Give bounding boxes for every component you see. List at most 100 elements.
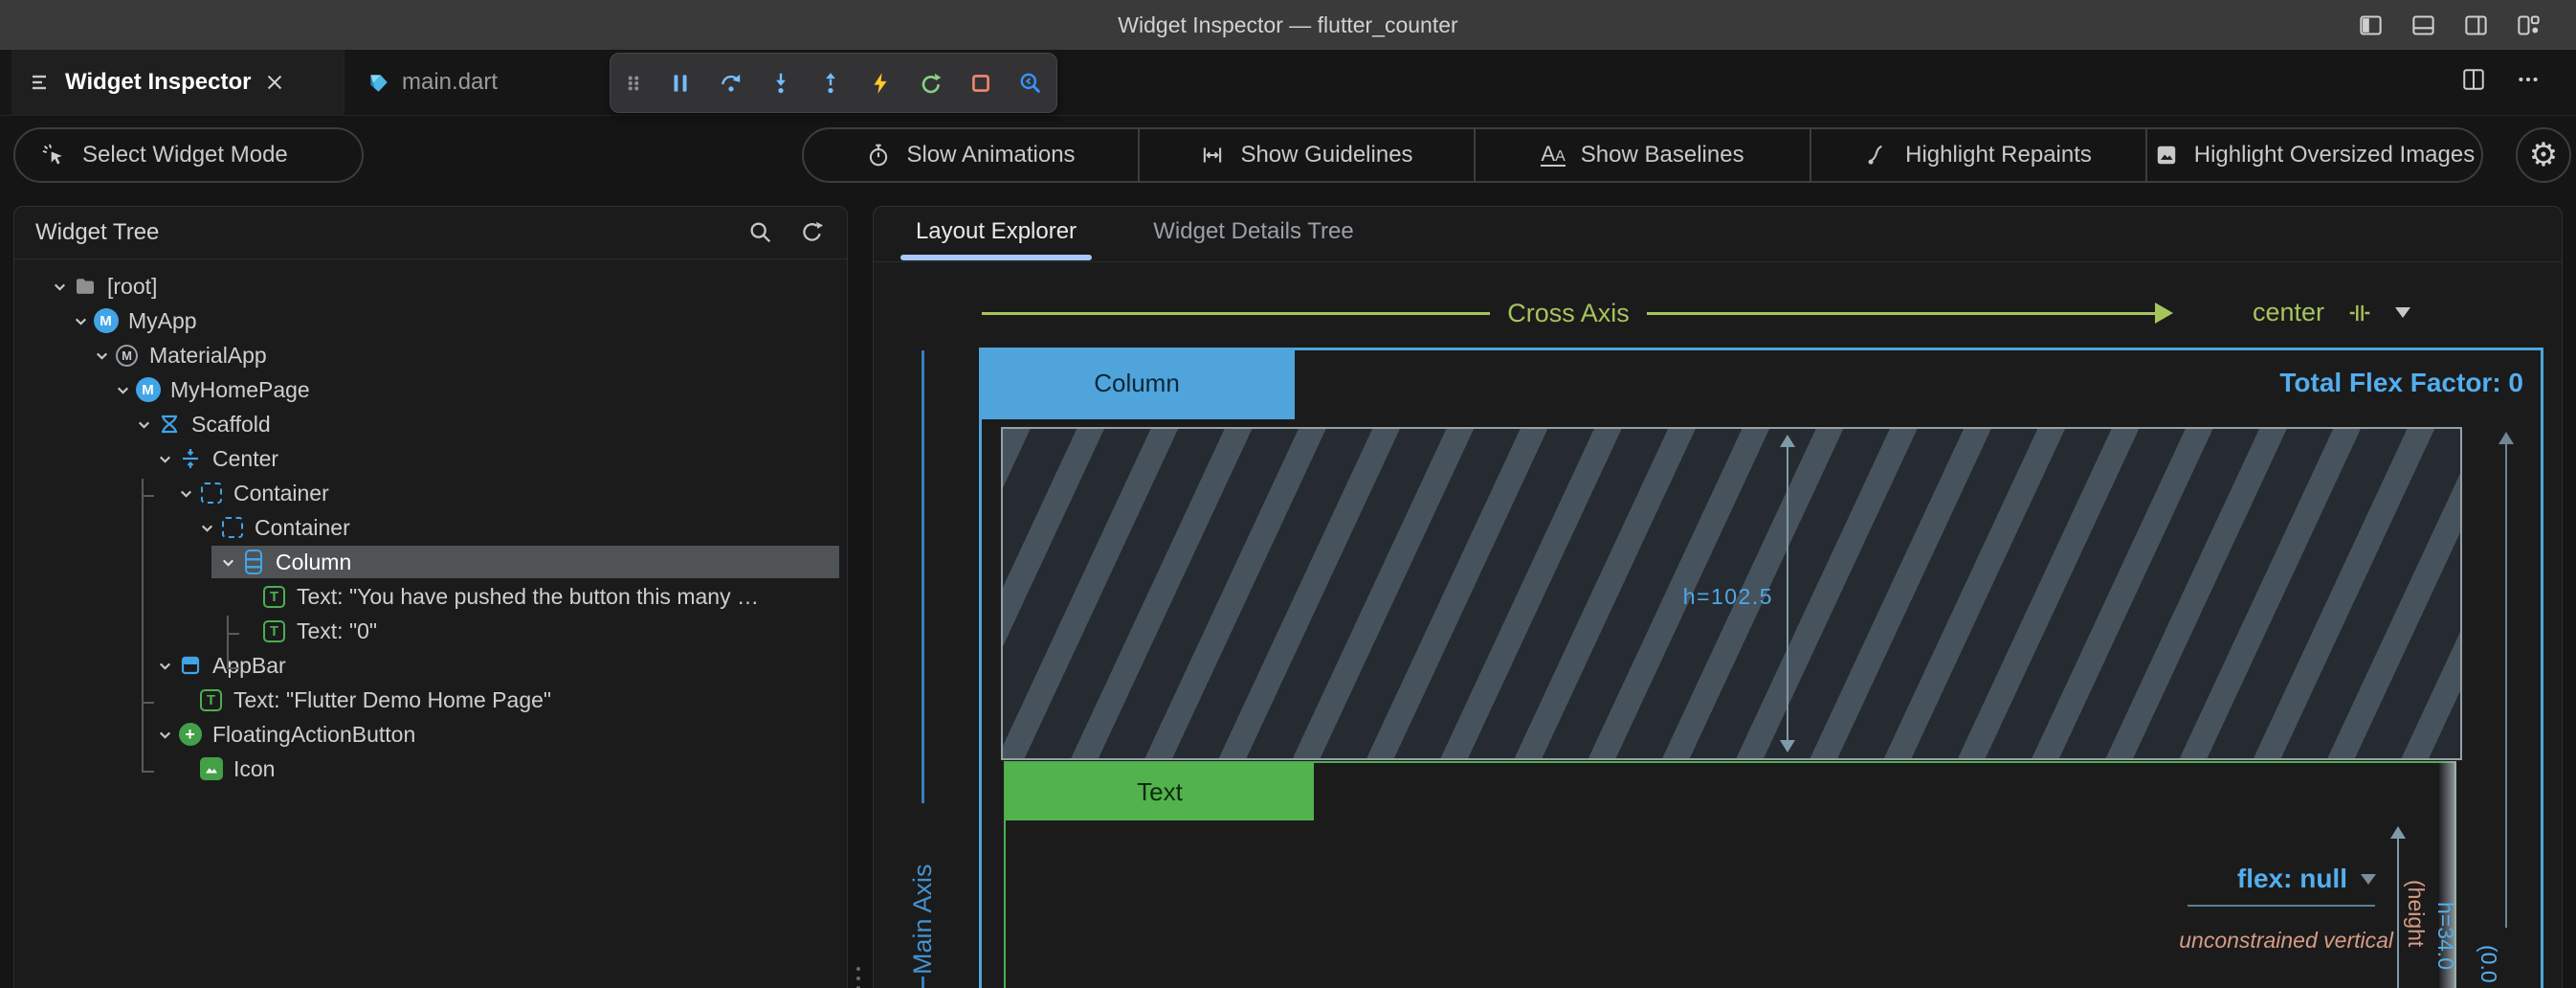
tab-main-dart[interactable]: main.dart [346, 50, 572, 115]
toggle-show-guidelines[interactable]: Show Guidelines [1140, 129, 1476, 181]
tree-item-column-selected[interactable]: Column [14, 545, 847, 579]
tree-guide-stub [227, 633, 239, 635]
tree-item-icon[interactable]: Icon [14, 752, 847, 786]
column-widget-icon [245, 550, 262, 574]
tab-layout-explorer[interactable]: Layout Explorer [900, 218, 1092, 245]
tab-label: main.dart [402, 69, 498, 96]
toggle-label: Slow Animations [906, 142, 1075, 168]
tree-item-center[interactable]: Center [14, 441, 847, 476]
chevron-down-icon[interactable] [94, 348, 110, 364]
tab-widget-inspector[interactable]: Widget Inspector [11, 50, 344, 115]
step-into-icon[interactable] [768, 71, 793, 96]
refresh-icon[interactable] [799, 219, 826, 246]
tree-item-container[interactable]: Container [14, 510, 847, 545]
chevron-down-icon[interactable] [52, 279, 68, 295]
panel-splitter[interactable] [856, 967, 860, 988]
widget-tree-header: Widget Tree [14, 207, 847, 259]
chevron-down-icon[interactable] [220, 554, 236, 571]
tree-item-text-counter-value[interactable]: T Text: "0" [14, 614, 847, 648]
tree-item-label: Container [255, 515, 350, 541]
tab-widget-details-tree[interactable]: Widget Details Tree [1134, 218, 1373, 245]
center-widget-icon [179, 447, 202, 470]
drag-handle-icon[interactable] [624, 71, 643, 96]
inspect-widget-icon[interactable] [1018, 71, 1043, 96]
cross-axis-label: Cross Axis [1507, 299, 1630, 328]
tree-guide-line [227, 616, 229, 669]
window-layout-controls [2358, 0, 2542, 50]
tree-guide-stub [142, 495, 154, 497]
chevron-down-icon [2395, 307, 2410, 318]
column-box-tab[interactable]: Column [979, 348, 1295, 419]
flex-underline [2187, 905, 2375, 907]
container-icon [201, 483, 222, 504]
tree-item-container[interactable]: Container [14, 476, 847, 510]
tree-guide-stub [142, 771, 154, 773]
tree-item-myapp[interactable]: M MyApp [14, 303, 847, 338]
flex-dropdown[interactable]: flex: null [2194, 864, 2376, 894]
tree-item-text-appbar-title[interactable]: T Text: "Flutter Demo Home Page" [14, 683, 847, 717]
chevron-down-icon[interactable] [115, 382, 131, 398]
toggle-highlight-oversized-images[interactable]: Highlight Oversized Images [2147, 129, 2481, 181]
tree-item-label: Container [233, 481, 329, 506]
widget-tree-title: Widget Tree [35, 219, 747, 246]
tree-item-myhomepage[interactable]: M MyHomePage [14, 372, 847, 407]
fab-icon: + [179, 723, 202, 746]
tree-item-appbar[interactable]: AppBar [14, 648, 847, 683]
toggle-label: Highlight Oversized Images [2194, 142, 2475, 168]
debug-toolbar [610, 53, 1057, 113]
chevron-down-icon[interactable] [157, 727, 173, 743]
pause-icon[interactable] [668, 71, 693, 96]
select-widget-mode-button[interactable]: Select Widget Mode [13, 127, 364, 183]
main-axis-line [922, 977, 924, 988]
more-actions-icon[interactable] [2515, 67, 2542, 92]
close-icon[interactable] [264, 72, 285, 93]
text-widget-icon: T [263, 586, 285, 608]
icon-widget-icon [200, 757, 223, 780]
explorer-tabbar [874, 207, 2562, 262]
free-space-height-label: h=102.5 [1639, 584, 1773, 610]
chevron-down-icon[interactable] [199, 520, 215, 536]
hot-reload-icon[interactable] [868, 71, 893, 96]
step-over-icon[interactable] [719, 71, 744, 96]
toggle-primary-sidebar-icon[interactable] [2358, 12, 2384, 38]
tree-item-materialapp[interactable]: M MaterialApp [14, 338, 847, 372]
tree-item-label: AppBar [212, 653, 286, 679]
material-widget-icon: M [116, 345, 138, 367]
tree-item-label: FloatingActionButton [212, 722, 415, 748]
search-icon[interactable] [747, 219, 774, 246]
tree-guide-stub [227, 667, 239, 669]
step-out-icon[interactable] [818, 71, 843, 96]
cross-axis-alignment-dropdown[interactable]: center [2253, 298, 2410, 327]
tree-item-text-counter-caption[interactable]: T Text: "You have pushed the button this… [14, 579, 847, 614]
chevron-down-icon[interactable] [157, 451, 173, 467]
restart-icon[interactable] [919, 71, 944, 96]
toggle-label: Highlight Repaints [1905, 142, 2092, 168]
main-axis-label: Main Axis [908, 810, 938, 975]
toggle-label: Show Guidelines [1240, 142, 1412, 168]
stop-icon[interactable] [968, 71, 993, 96]
text-height-prefix: (height [2403, 880, 2429, 947]
tree-item-label: Text: "0" [297, 618, 377, 644]
chevron-down-icon[interactable] [136, 416, 152, 433]
toggle-highlight-repaints[interactable]: Highlight Repaints [1811, 129, 2147, 181]
window-title: Widget Inspector — flutter_counter [0, 0, 2576, 50]
layout-explorer-panel: Layout Explorer Widget Details Tree Cros… [873, 206, 2563, 988]
tree-item-label: [root] [107, 274, 157, 300]
text-box-tab[interactable]: Text [1006, 763, 1314, 820]
tree-item-scaffold[interactable]: Scaffold [14, 407, 847, 441]
toggle-panel-icon[interactable] [2410, 12, 2436, 38]
inspector-settings-button[interactable]: ⚙ [2516, 127, 2571, 183]
cross-axis-arrow: Cross Axis [982, 301, 2173, 326]
text-widget-icon: T [263, 620, 285, 642]
tree-item-root[interactable]: [root] [14, 269, 847, 303]
toggle-secondary-sidebar-icon[interactable] [2463, 12, 2489, 38]
chevron-down-icon[interactable] [73, 313, 89, 329]
tree-item-floatingactionbutton[interactable]: + FloatingActionButton [14, 717, 847, 752]
baselines-icon: AA [1541, 144, 1565, 167]
toggle-show-baselines[interactable]: AA Show Baselines [1476, 129, 1811, 181]
chevron-down-icon[interactable] [178, 485, 194, 502]
customize-layout-icon[interactable] [2516, 12, 2542, 38]
toggle-slow-animations[interactable]: Slow Animations [804, 129, 1140, 181]
chevron-down-icon[interactable] [157, 658, 173, 674]
split-editor-icon[interactable] [2461, 67, 2486, 92]
